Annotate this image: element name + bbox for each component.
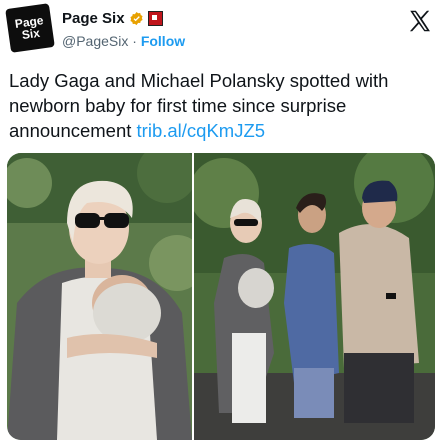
- avatar-text-line2: Six: [20, 25, 41, 43]
- follow-button[interactable]: Follow: [141, 33, 185, 49]
- display-name[interactable]: Page Six: [62, 10, 125, 27]
- avatar[interactable]: Page Six: [5, 3, 55, 53]
- verified-badge-icon: [129, 11, 144, 26]
- tweet-link[interactable]: trib.al/cqKmJZ5: [137, 120, 266, 141]
- photo-woman-with-baby[interactable]: [7, 153, 192, 440]
- tweet-text: Lady Gaga and Michael Polansky spotted w…: [9, 68, 437, 143]
- tweet-header: Page Six Page Six @PageSix · Follow: [5, 3, 435, 54]
- handle[interactable]: @PageSix: [62, 33, 128, 49]
- affiliate-badge-icon: [147, 11, 163, 26]
- media-grid: [7, 153, 435, 440]
- x-logo-icon[interactable]: [407, 8, 433, 34]
- photo-couple-walking[interactable]: [194, 153, 435, 440]
- name-row: Page Six: [62, 10, 163, 27]
- separator: ·: [132, 33, 141, 49]
- handle-row: @PageSix · Follow: [62, 33, 185, 49]
